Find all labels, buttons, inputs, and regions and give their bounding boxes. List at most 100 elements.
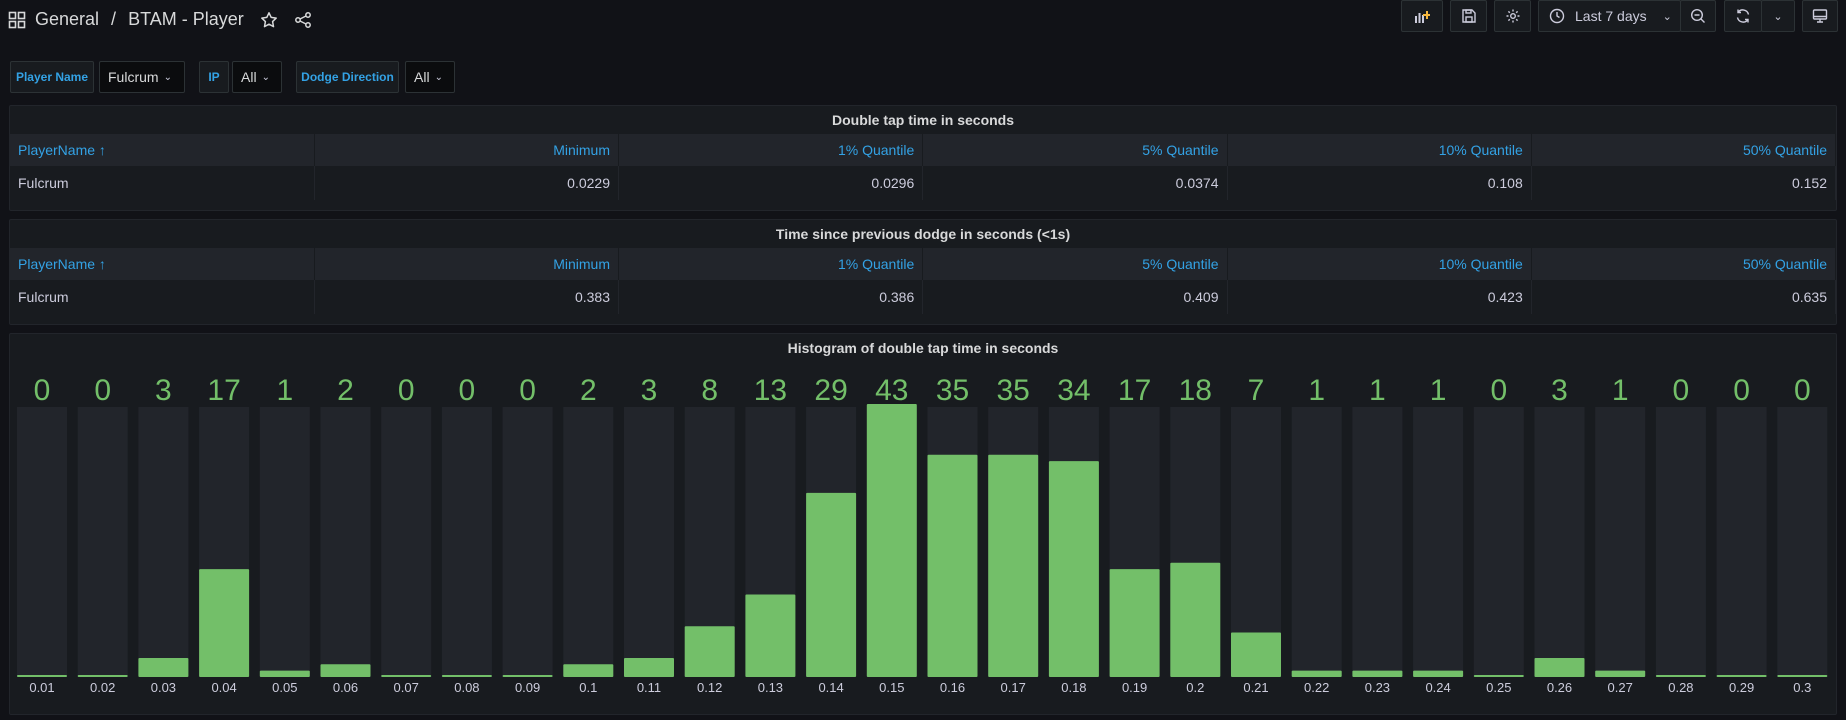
view-mode-button[interactable]: [1802, 0, 1838, 32]
table-cell: 0.409: [922, 280, 1228, 314]
category-label: 0.17: [1001, 680, 1026, 695]
bar[interactable]: [77, 675, 128, 677]
bar[interactable]: [502, 675, 553, 677]
gear-icon: [1506, 9, 1519, 23]
bar-track: [1595, 407, 1646, 677]
refresh-button[interactable]: [1724, 0, 1762, 32]
bar-value-label: 0: [34, 374, 51, 407]
column-header-5-quantile[interactable]: 5% Quantile: [922, 248, 1228, 280]
time-range-picker[interactable]: Last 7 days ⌄: [1538, 0, 1681, 32]
bar[interactable]: [1777, 675, 1828, 677]
category-label: 0.05: [272, 680, 297, 695]
refresh-interval-dropdown[interactable]: ⌄: [1761, 0, 1795, 32]
bar-value-label: 18: [1179, 374, 1212, 407]
bar-track: [320, 407, 371, 677]
table-cell: 0.635: [1531, 280, 1837, 314]
zoom-out-button[interactable]: [1680, 0, 1716, 32]
bar[interactable]: [563, 664, 614, 677]
monitor-icon: [1812, 9, 1828, 23]
player-name-select[interactable]: Fulcrum ⌄: [99, 61, 185, 93]
bar-track: [441, 407, 492, 677]
category-label: 0.3: [1793, 680, 1811, 695]
bar[interactable]: [1352, 670, 1403, 677]
bar-track: [1473, 407, 1524, 677]
bar-value-label: 3: [641, 374, 658, 407]
bar[interactable]: [17, 675, 67, 677]
bar[interactable]: [320, 664, 371, 677]
breadcrumb-folder[interactable]: General: [35, 9, 99, 30]
bar[interactable]: [624, 657, 674, 677]
bar[interactable]: [988, 454, 1039, 677]
bar-track: [1291, 407, 1342, 677]
time-range-label: Last 7 days: [1575, 8, 1647, 24]
bar[interactable]: [806, 492, 857, 677]
category-label: 0.25: [1486, 680, 1511, 695]
bar[interactable]: [1473, 675, 1524, 677]
bar-track: [138, 407, 189, 677]
table-cell: 0.0229: [314, 166, 620, 200]
column-header-10-quantile[interactable]: 10% Quantile: [1227, 248, 1532, 280]
bar-track: [1777, 407, 1828, 677]
bar-track: [1655, 407, 1706, 677]
bar[interactable]: [259, 670, 310, 677]
top-bar: General / BTAM - Player Last 7 days ⌄ ⌄: [0, 0, 1846, 44]
ip-select[interactable]: All ⌄: [232, 61, 282, 93]
category-label: 0.14: [818, 680, 843, 695]
bar[interactable]: [745, 594, 796, 677]
column-header-50-quantile[interactable]: 50% Quantile: [1531, 134, 1837, 166]
bar[interactable]: [1109, 569, 1160, 677]
dashboard-settings-button[interactable]: [1494, 0, 1531, 32]
star-icon[interactable]: [260, 11, 278, 29]
bar[interactable]: [927, 454, 978, 677]
column-header-5-quantile[interactable]: 5% Quantile: [922, 134, 1228, 166]
bar-value-label: 0: [459, 374, 476, 407]
bar[interactable]: [866, 404, 917, 677]
column-header-1-quantile[interactable]: 1% Quantile: [618, 248, 924, 280]
bar-value-label: 35: [997, 374, 1030, 407]
bar[interactable]: [138, 657, 189, 677]
bar[interactable]: [381, 675, 432, 677]
bar[interactable]: [1595, 670, 1646, 677]
histogram-panel: Histogram of double tap time in seconds …: [9, 333, 1837, 715]
bar[interactable]: [1170, 562, 1221, 677]
bar[interactable]: [1655, 675, 1706, 677]
bar[interactable]: [684, 626, 735, 677]
bar-value-label: 7: [1248, 374, 1265, 407]
column-header-player-name[interactable]: PlayerName ↑: [10, 134, 315, 166]
table-cell: Fulcrum: [10, 166, 315, 200]
column-header-1-quantile[interactable]: 1% Quantile: [618, 134, 924, 166]
table-cell: 0.383: [314, 280, 620, 314]
bar[interactable]: [199, 569, 250, 677]
bar[interactable]: [1413, 670, 1464, 677]
dashboards-grid-icon[interactable]: [8, 11, 26, 29]
zoom-out-icon: [1690, 8, 1705, 23]
bar-value-label: 35: [936, 374, 969, 407]
column-header-player-name[interactable]: PlayerName ↑: [10, 248, 315, 280]
share-icon[interactable]: [294, 11, 312, 29]
column-header-minimum[interactable]: Minimum: [314, 134, 620, 166]
bar-value-label: 34: [1057, 374, 1090, 407]
bar-track: [77, 407, 128, 677]
save-icon: [1461, 9, 1476, 23]
bar-value-label: 3: [155, 374, 172, 407]
bar[interactable]: [441, 675, 492, 677]
variable-label-ip: IP: [199, 61, 229, 93]
save-dashboard-button[interactable]: [1450, 0, 1487, 32]
breadcrumb: General / BTAM - Player: [8, 9, 312, 30]
bar[interactable]: [1231, 632, 1281, 677]
dashboard-title[interactable]: BTAM - Player: [128, 9, 244, 30]
category-label: 0.28: [1668, 680, 1693, 695]
bar[interactable]: [1291, 670, 1342, 677]
double-tap-table-panel: Double tap time in seconds PlayerName ↑ …: [9, 105, 1837, 211]
column-header-10-quantile[interactable]: 10% Quantile: [1227, 134, 1532, 166]
bar[interactable]: [1534, 657, 1585, 677]
column-header-50-quantile[interactable]: 50% Quantile: [1531, 248, 1837, 280]
column-header-minimum[interactable]: Minimum: [314, 248, 620, 280]
dodge-direction-select[interactable]: All ⌄: [405, 61, 455, 93]
chevron-down-icon: ⌄: [434, 71, 443, 83]
bar[interactable]: [1716, 675, 1767, 677]
add-panel-button[interactable]: [1401, 0, 1443, 32]
chevron-down-icon: ⌄: [1662, 10, 1672, 23]
bar[interactable]: [1048, 461, 1099, 677]
previous-dodge-table: PlayerName ↑ Minimum 1% Quantile 5% Quan…: [10, 248, 1837, 314]
